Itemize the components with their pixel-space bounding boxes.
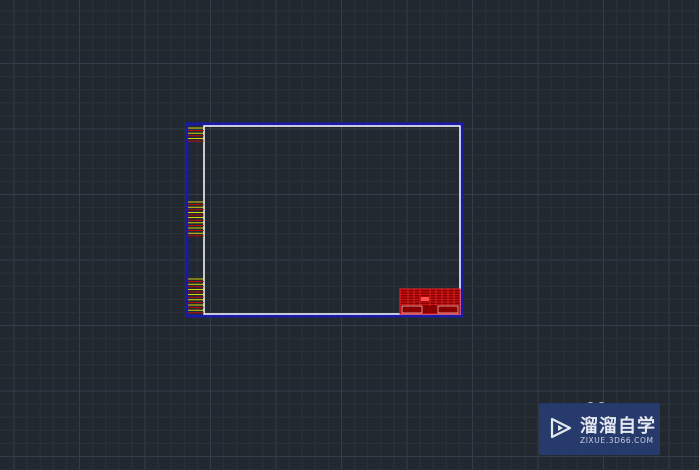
binding-margin-marks <box>188 127 204 314</box>
watermark-title: 溜溜自学 <box>580 416 656 437</box>
watermark-logo: 溜溜自学 ZIXUE.3D66.COM <box>539 403 660 455</box>
watermark-subtitle: ZIXUE.3D66.COM <box>580 436 654 445</box>
title-block <box>399 288 461 315</box>
outer-border <box>185 122 464 318</box>
play-icon <box>550 417 572 439</box>
drawing-frame <box>185 122 464 318</box>
